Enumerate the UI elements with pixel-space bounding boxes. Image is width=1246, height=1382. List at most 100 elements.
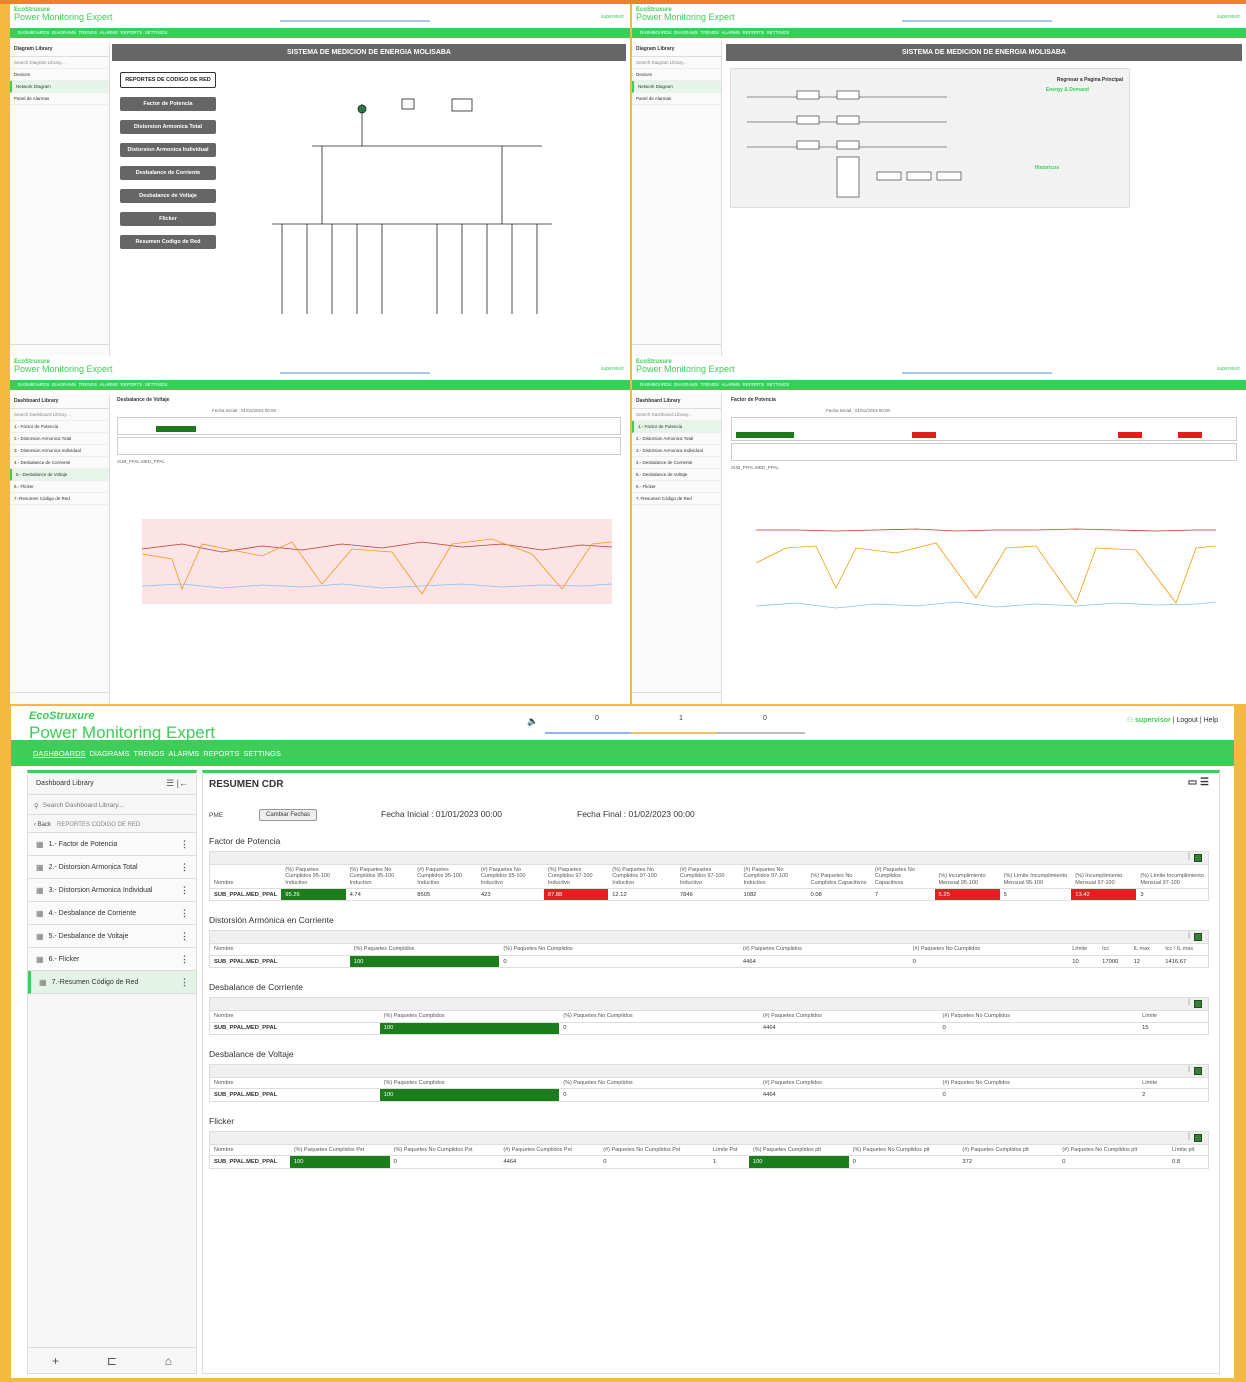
more-icon[interactable]: ⋮ (180, 862, 189, 873)
search-input[interactable]: Search Dashboard Library... (43, 802, 124, 809)
diagram-library: Diagram Library Search Diagram Library..… (632, 42, 722, 356)
desbalance-corriente-button[interactable]: Desbalance de Corriente (120, 166, 216, 180)
reportes-header-button[interactable]: REPORTES DE CODIGO DE RED (120, 72, 216, 88)
nav-bar[interactable]: DASHBOARDS DIAGRAMS TRENDS ALARMS REPORT… (632, 28, 1246, 38)
sidebar-item-dai[interactable]: ▦ 3.- Distorsion Armonica Individual ⋮ (28, 879, 196, 902)
more-icon[interactable]: ⋮ (180, 885, 189, 896)
sidebar-item[interactable]: 3.- Distorsion Armonica Individual (10, 445, 109, 457)
sidebar-item-desbalance-voltaje[interactable]: ▦ 5.- Desbalance de Voltaje ⋮ (28, 925, 196, 948)
more-icon[interactable]: ⋮ (180, 839, 189, 850)
sidebar-item[interactable]: 4.- Desbalance de Corriente (632, 457, 721, 469)
cambiar-fechas-button[interactable]: Cambiar Fechas (259, 809, 318, 821)
search-input[interactable]: Search Dashboard Library... (10, 409, 109, 421)
user-menu[interactable]: supervisor (601, 14, 624, 20)
sidebar-footer: + ⊏ ⌂ (28, 1347, 196, 1373)
home-icon[interactable]: ⌂ (165, 1354, 172, 1368)
table-flicker: | Nombre (%) Paquetes Cumplidos Pst (%) Pa… (209, 1130, 1209, 1169)
user-menu[interactable]: supervisor (1217, 14, 1240, 20)
window-menu-icon[interactable]: ▭ ☰ (1188, 777, 1209, 788)
excel-export-icon[interactable] (1194, 1133, 1202, 1142)
nav-reports[interactable]: REPORTS (203, 749, 239, 758)
logo: EcoStruxure Power Monitoring Expert (14, 7, 113, 22)
excel-export-icon[interactable] (1194, 933, 1202, 942)
sidebar-item-network[interactable]: Network Diagram (632, 81, 721, 93)
alarm-counter[interactable]: 0 1 0 (545, 712, 805, 734)
sidebar-item[interactable]: 2.- Distorsion Armonica Total (632, 433, 721, 445)
sidebar-item-resumen[interactable]: ▦ 7.-Resumen Código de Red ⋮ (28, 971, 196, 994)
sidebar-item-flicker[interactable]: ▦ 6.- Flicker ⋮ (28, 948, 196, 971)
sidebar-item-desbalance-corriente[interactable]: ▦ 4.- Desbalance de Corriente ⋮ (28, 902, 196, 925)
back-link[interactable]: Regresar a Pagina Principal (1057, 77, 1123, 83)
sidebar-footer[interactable] (10, 692, 109, 704)
search-box[interactable]: ⚲ Search Dashboard Library... (28, 797, 196, 815)
sidebar-item[interactable]: 5.- Desbalance de Voltaje (632, 469, 721, 481)
excel-export-icon[interactable] (1194, 1000, 1202, 1009)
more-icon[interactable]: ⋮ (180, 931, 189, 942)
nav-diagrams[interactable]: DIAGRAMS (90, 749, 130, 758)
sidebar-item[interactable]: 6.- Flicker (632, 481, 721, 493)
logout-link[interactable]: Logout (1176, 717, 1197, 724)
alarm-counter[interactable] (902, 364, 1052, 374)
nav-alarms[interactable]: ALARMS (168, 749, 199, 758)
user-menu[interactable]: supervisor (601, 366, 624, 372)
more-icon[interactable]: ⋮ (180, 977, 189, 988)
meter-panel: Regresar a Pagina Principal Energy & Dem… (730, 68, 1130, 208)
sidebar-item[interactable]: 1.- Factor de Potencia (632, 421, 721, 433)
search-input[interactable]: Search Dashboard Library... (632, 409, 721, 421)
factor-potencia-button[interactable]: Factor de Potencia (120, 97, 216, 111)
sidebar-item[interactable]: 7.-Resumen Código de Red (632, 493, 721, 505)
desbalance-voltaje-button[interactable]: Desbalance de Voltaje (120, 189, 216, 203)
sidebar-item-factor-potencia[interactable]: ▦ 1.- Factor de Potencia ⋮ (28, 833, 196, 856)
excel-export-icon[interactable] (1194, 854, 1202, 862)
sidebar-item-alarmas[interactable]: Panel de Alarmas (632, 93, 721, 105)
nav-settings[interactable]: SETTINGS (243, 749, 281, 758)
sidebar-item[interactable]: 6.- Flicker (10, 481, 109, 493)
table-row: SUB_PPAL.MED_PPAL 95.26 4.74 8505 423 87.88 12… (210, 887, 1208, 901)
username-link[interactable]: supervisor (1135, 717, 1171, 724)
resumen-button[interactable]: Resumen Codigo de Red (120, 235, 216, 249)
sidebar-footer[interactable] (632, 344, 721, 356)
more-icon[interactable]: ⋮ (180, 954, 189, 965)
menu-collapse-icon[interactable]: ☰ |← (166, 778, 188, 789)
speaker-icon[interactable]: 🔈 (527, 716, 538, 727)
sidebar-item[interactable]: 4.- Desbalance de Corriente (10, 457, 109, 469)
logo: EcoStruxure Power Monitoring Expert (14, 359, 113, 374)
sidebar-footer[interactable] (10, 344, 109, 356)
new-folder-icon[interactable]: ⊏ (107, 1354, 117, 1368)
help-link[interactable]: Help (1204, 717, 1218, 724)
date-range: PME Cambiar Fechas Fecha Inicial : 01/01… (203, 806, 1219, 830)
user-menu[interactable]: supervisor (1217, 366, 1240, 372)
sidebar-item-dat[interactable]: ▦ 2.- Distorsion Armonica Total ⋮ (28, 856, 196, 879)
flicker-button[interactable]: Flicker (120, 212, 216, 226)
alarm-counter[interactable] (902, 12, 1052, 22)
dat-button[interactable]: Distorsion Armonica Total (120, 120, 216, 134)
excel-export-icon[interactable] (1194, 1067, 1202, 1076)
search-input[interactable]: Search Diagram Library... (632, 57, 721, 69)
alarm-counter[interactable] (280, 364, 430, 374)
sidebar-item[interactable]: 3.- Distorsion Armonica Individual (632, 445, 721, 457)
sidebar-item-devices[interactable]: Devices (10, 69, 109, 81)
sidebar-item[interactable]: 2.- Distorsion Armonica Total (10, 433, 109, 445)
sidebar-item[interactable]: 7.-Resumen Código de Red (10, 493, 109, 505)
sidebar-footer[interactable] (632, 692, 721, 704)
nav-bar[interactable]: DASHBOARDS DIAGRAMS TRENDS ALARMS REPORT… (10, 380, 630, 390)
dai-button[interactable]: Distorsion Armonica Individual (120, 143, 216, 157)
alarm-counter[interactable] (280, 12, 430, 22)
dashboard-content: Desbalance de Voltaje Fecha Inicial : 01… (112, 394, 626, 700)
nav-trends[interactable]: TRENDS (134, 749, 165, 758)
chart-title: SUB_PPAL.MED_PPAL (117, 459, 165, 464)
back-breadcrumb[interactable]: ‹ Back REPORTES CODIGO DE RED (28, 817, 196, 833)
search-input[interactable]: Search Diagram Library... (10, 57, 109, 69)
sidebar-item[interactable]: 1.- Factor de Potencia (10, 421, 109, 433)
nav-bar[interactable]: DASHBOARDS DIAGRAMS TRENDS ALARMS REPORT… (10, 28, 630, 38)
nav-dashboards[interactable]: DASHBOARDS (33, 749, 86, 758)
sidebar-item-network[interactable]: Network Diagram (10, 81, 109, 93)
nav-bar[interactable]: DASHBOARDS DIAGRAMS TRENDS ALARMS REPORT… (632, 380, 1246, 390)
more-icon[interactable]: ⋮ (180, 908, 189, 919)
add-icon[interactable]: + (52, 1354, 59, 1368)
sidebar-item-alarmas[interactable]: Panel de Alarmas (10, 93, 109, 105)
sidebar-item[interactable]: 5.- Desbalance de Voltaje (10, 469, 109, 481)
sidebar-item-devices[interactable]: Devices (632, 69, 721, 81)
breadcrumb: REPORTES CODIGO DE RED (57, 821, 141, 828)
back-link[interactable]: ‹ Back (34, 822, 51, 828)
